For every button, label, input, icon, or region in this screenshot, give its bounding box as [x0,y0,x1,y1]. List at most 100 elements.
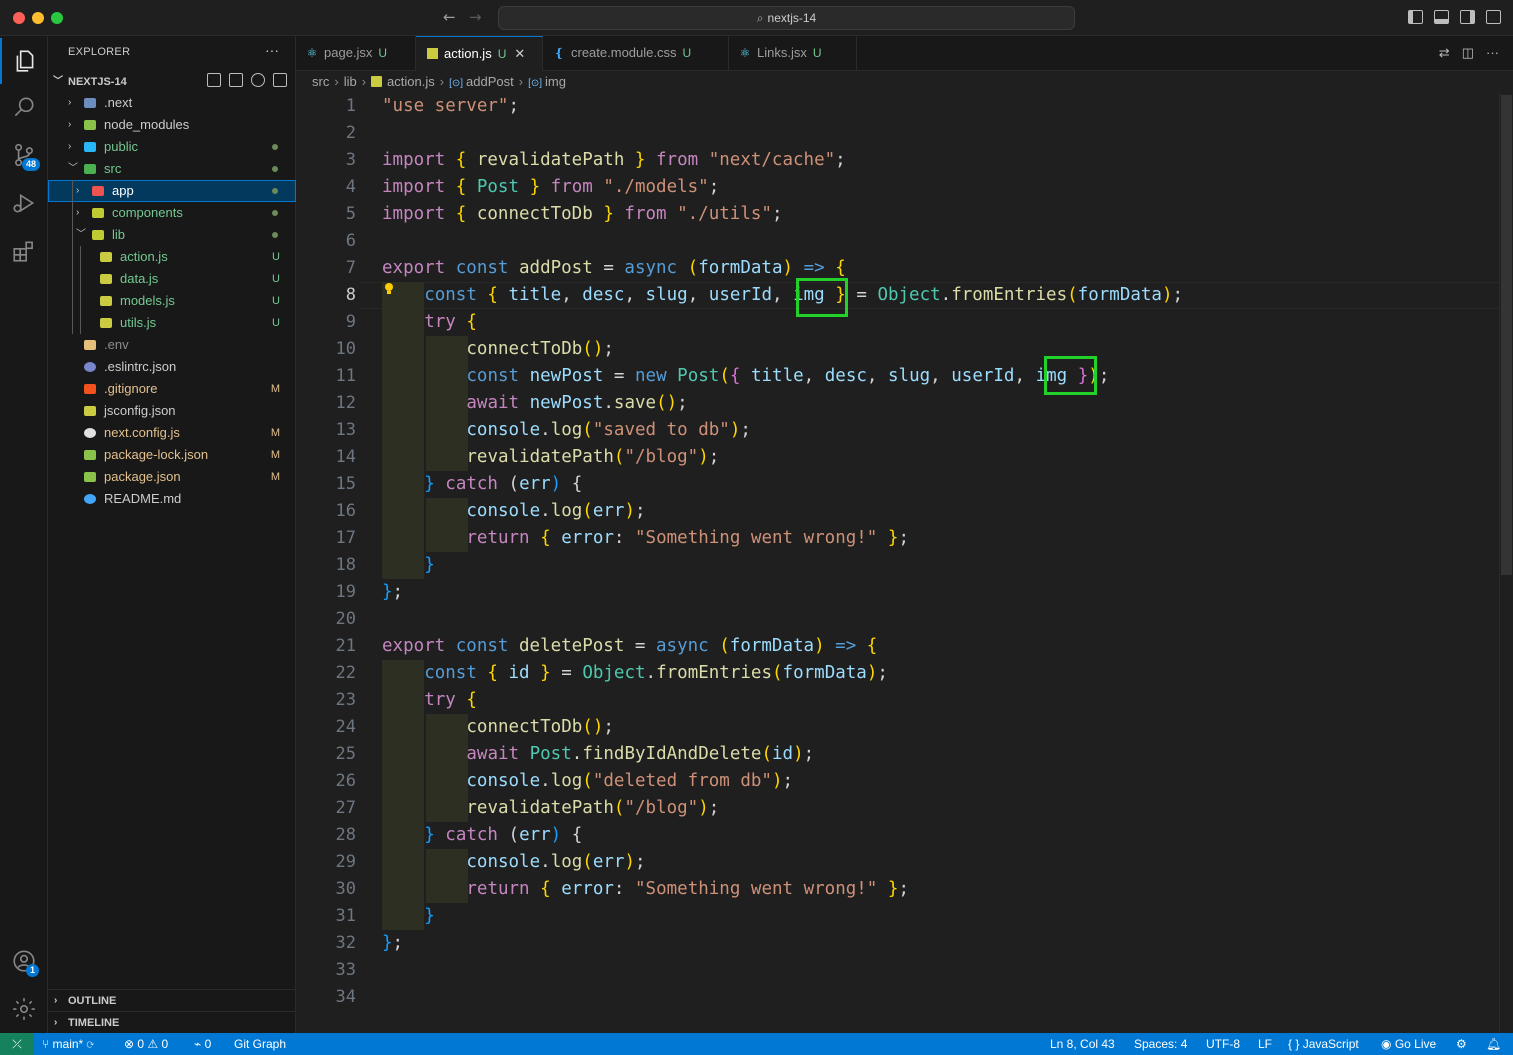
code-line[interactable]: 9 try { [296,309,1501,336]
code-line[interactable]: 23 try { [296,687,1501,714]
notifications-bell-icon[interactable]: 🔔︎ [1486,1033,1501,1055]
indentation-status[interactable]: Spaces: 4 [1134,1033,1187,1055]
code-line[interactable]: 11 const newPost = new Post({ title, des… [296,363,1501,390]
tree-item-package-json[interactable]: package.json M [48,466,296,488]
breadcrumb-file[interactable]: action.js [387,74,435,89]
minimize-window-button[interactable] [32,12,44,24]
toggle-primary-sidebar-icon[interactable] [1408,10,1423,24]
tree-item-components[interactable]: › components [48,202,296,224]
code-line[interactable]: 19}; [296,579,1501,606]
timeline-section[interactable]: › TIMELINE [48,1011,296,1033]
search-activity-icon[interactable] [0,84,48,130]
extensions-activity-icon[interactable] [0,228,48,274]
code-line[interactable]: 32}; [296,930,1501,957]
outline-section[interactable]: › OUTLINE [48,989,296,1011]
toggle-secondary-sidebar-icon[interactable] [1460,10,1475,24]
tree-item-gitignore[interactable]: .gitignore M [48,378,296,400]
code-line[interactable]: 6 [296,228,1501,255]
breadcrumb-symbol[interactable]: addPost [466,74,514,89]
code-line[interactable]: 8 const { title, desc, slug, userId, img… [296,282,1501,309]
editor-scrollbar[interactable] [1499,93,1513,1033]
lightbulb-icon[interactable] [384,282,394,296]
code-line[interactable]: 29 console.log(err); [296,849,1501,876]
tree-item-package-lock[interactable]: package-lock.json M [48,444,296,466]
compare-changes-icon[interactable]: ⇄ [1439,45,1450,61]
code-line[interactable]: 16 console.log(err); [296,498,1501,525]
tree-item-env[interactable]: .env [48,334,296,356]
tab-action-js[interactable]: action.js U ✕ [416,36,543,71]
tree-item-models-js[interactable]: models.js U [48,290,296,312]
code-line[interactable]: 1 "use server"; [296,93,1501,120]
run-debug-activity-icon[interactable] [0,180,48,226]
tab-create-module-css[interactable]: ❴ create.module.css U [543,36,729,71]
code-line[interactable]: 7 export const addPost = async (formData)… [296,255,1501,282]
tree-item-lib[interactable]: ﹀ lib [48,224,296,246]
close-window-button[interactable] [13,12,25,24]
go-live-button[interactable]: ◉ Go Live [1381,1033,1436,1055]
settings-gear-icon[interactable] [0,986,48,1032]
tree-item-src[interactable]: ﹀ src [48,158,296,180]
customize-layout-icon[interactable] [1486,10,1501,24]
new-folder-icon[interactable] [229,73,243,87]
toggle-panel-icon[interactable] [1434,10,1449,24]
breadcrumb-src[interactable]: src [312,74,329,89]
command-center-search[interactable]: ⌕ nextjs-14 [498,6,1075,30]
code-line[interactable]: 25 await Post.findByIdAndDelete(id); [296,741,1501,768]
explorer-activity-icon[interactable] [0,38,48,84]
collapse-all-icon[interactable] [273,73,287,87]
tree-item-jsconfig[interactable]: jsconfig.json [48,400,296,422]
maximize-window-button[interactable] [51,12,63,24]
accounts-activity-icon[interactable]: 1 [0,938,48,984]
code-line[interactable]: 33 [296,957,1501,984]
code-line[interactable]: 4 import { Post } from "./models"; [296,174,1501,201]
close-tab-icon[interactable]: ✕ [514,46,525,61]
tab-page-jsx[interactable]: ⚛ page.jsx U [296,36,416,71]
code-line[interactable]: 17 return { error: "Something went wrong… [296,525,1501,552]
tree-item-app[interactable]: › app [48,180,296,202]
branch-status[interactable]: ⑂ main* ⟳ [42,1033,94,1055]
language-status[interactable]: { } JavaScript [1288,1033,1359,1055]
code-line[interactable]: 13 console.log("saved to db"); [296,417,1501,444]
more-actions-icon[interactable]: ··· [1486,45,1499,61]
code-line[interactable]: 14 revalidatePath("/blog"); [296,444,1501,471]
tree-item-data-js[interactable]: data.js U [48,268,296,290]
code-line[interactable]: 22 const { id } = Object.fromEntries(for… [296,660,1501,687]
code-line[interactable]: 21 export const deletePost = async (formD… [296,633,1501,660]
ports-status[interactable]: ⌁ 0 [194,1033,211,1055]
code-line[interactable]: 34 [296,984,1501,1011]
code-line[interactable]: 10 connectToDb(); [296,336,1501,363]
breadcrumb-lib[interactable]: lib [344,74,357,89]
source-control-activity-icon[interactable]: 48 [0,132,48,178]
explorer-more-actions-icon[interactable]: ··· [265,42,279,58]
remote-indicator-icon[interactable]: ⤫ [0,1033,34,1055]
feedback-icon[interactable]: ⚙ [1456,1033,1467,1055]
tree-item-eslintrc[interactable]: .eslintrc.json [48,356,296,378]
tree-item-next-config[interactable]: next.config.js M [48,422,296,444]
git-graph-button[interactable]: Git Graph [234,1033,286,1055]
back-arrow-icon[interactable]: ← [443,8,456,26]
code-line[interactable]: 2 [296,120,1501,147]
code-line[interactable]: 5 import { connectToDb } from "./utils"; [296,201,1501,228]
code-line[interactable]: 27 revalidatePath("/blog"); [296,795,1501,822]
tab-links-jsx[interactable]: ⚛ Links.jsx U [729,36,857,71]
breadcrumb-symbol-child[interactable]: img [545,74,566,89]
split-editor-icon[interactable]: ◫ [1462,45,1474,61]
code-line[interactable]: 12 await newPost.save(); [296,390,1501,417]
tree-item-node-modules[interactable]: › node_modules [48,114,296,136]
problems-status[interactable]: ⊗ 0 ⚠ 0 [124,1033,168,1055]
scrollbar-thumb[interactable] [1501,95,1512,575]
forward-arrow-icon[interactable]: → [469,8,482,26]
tree-item-action-js[interactable]: action.js U [48,246,296,268]
code-editor[interactable]: 1 "use server"; 2 3 import { revalidatePath … [296,93,1513,1033]
code-line[interactable]: 18 } [296,552,1501,579]
code-line[interactable]: 26 console.log("deleted from db"); [296,768,1501,795]
cursor-position[interactable]: Ln 8, Col 43 [1050,1033,1115,1055]
tree-item-utils-js[interactable]: utils.js U [48,312,296,334]
code-line[interactable]: 30 return { error: "Something went wrong… [296,876,1501,903]
new-file-icon[interactable] [207,73,221,87]
code-line[interactable]: 31 } [296,903,1501,930]
refresh-icon[interactable] [251,73,265,87]
tree-item-readme[interactable]: README.md [48,488,296,510]
code-line[interactable]: 24 connectToDb(); [296,714,1501,741]
code-line[interactable]: 20 [296,606,1501,633]
